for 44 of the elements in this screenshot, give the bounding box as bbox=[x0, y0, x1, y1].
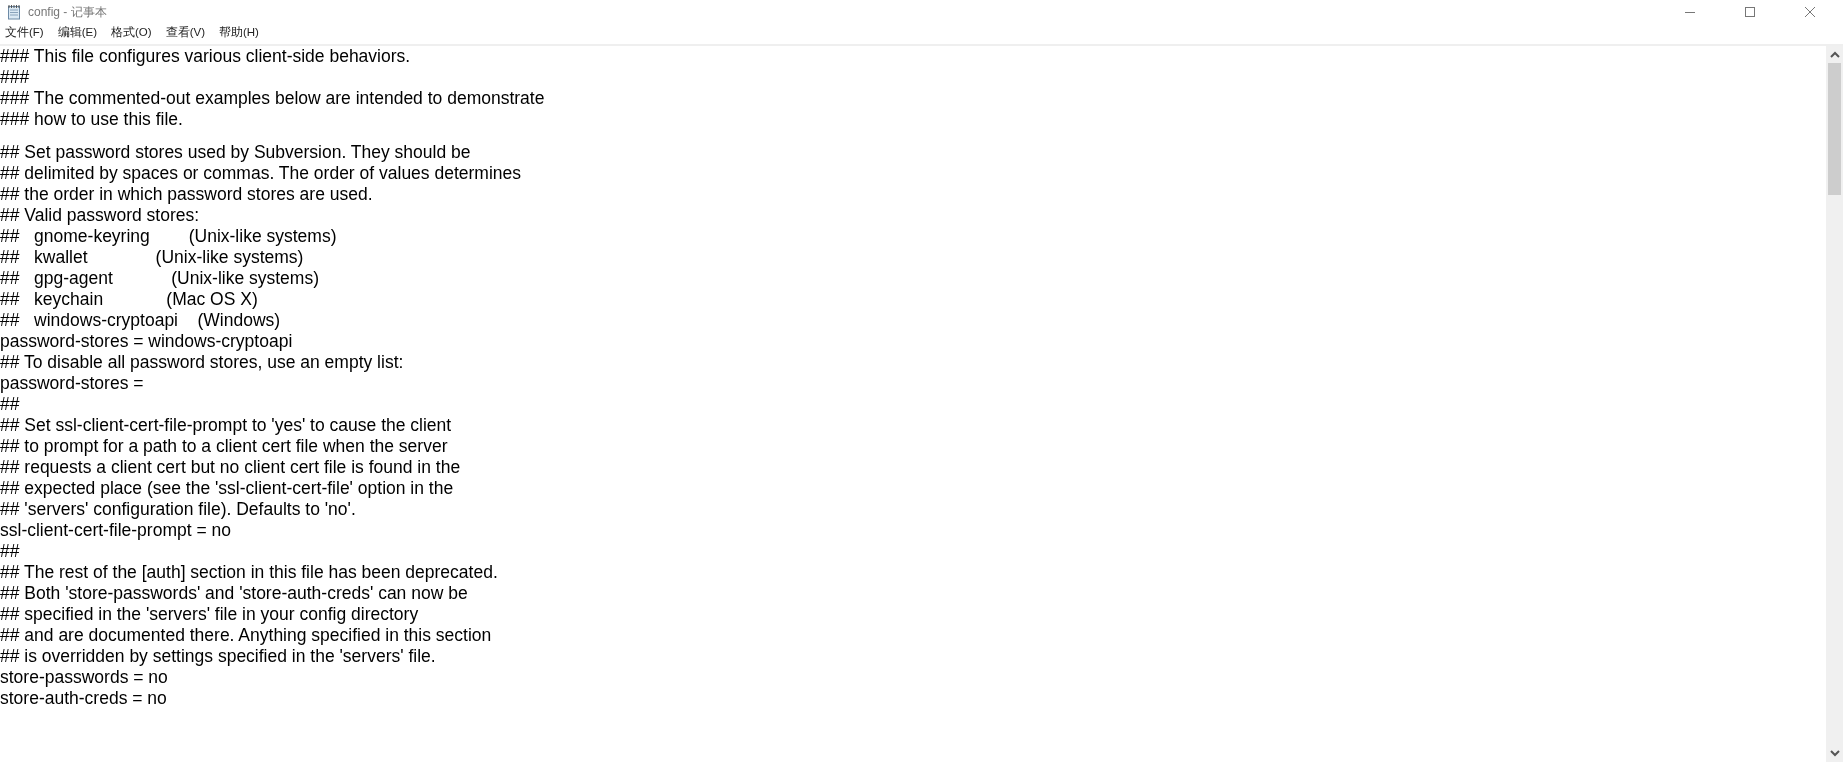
text-line: ## expected place (see the 'ssl-client-cert-file' option in the bbox=[0, 478, 454, 499]
close-icon bbox=[1804, 6, 1816, 18]
text-line: ## delimited by spaces or commas. The order of values determines bbox=[0, 163, 522, 184]
text-line: ## The rest of the [auth] section in this file has been deprecated. bbox=[0, 562, 498, 583]
text-line: ## 'servers' configuration file). Defaults to 'no'. bbox=[0, 499, 356, 520]
text-line: ## and are documented there. Anything specified in this section bbox=[0, 625, 492, 646]
text-line: ## windows-cryptoapi (Windows) bbox=[0, 310, 281, 331]
text-line: ## requests a client cert but no client cert file is found in the bbox=[0, 457, 461, 478]
text-line: ## Set ssl-client-cert-file-prompt to 'yes' to cause the client bbox=[0, 415, 452, 436]
menu-item[interactable]: 格式(O) bbox=[111, 25, 152, 39]
text-line: ## the order in which password stores are used. bbox=[0, 184, 373, 205]
text-line: ### This file configures various client-side behaviors. bbox=[0, 46, 411, 67]
menu-item[interactable]: 查看(V) bbox=[165, 25, 205, 39]
text-line: ### how to use this file. bbox=[0, 109, 183, 130]
text-line: ## bbox=[0, 541, 20, 562]
text-line: password-stores = bbox=[0, 373, 144, 394]
menu-item[interactable]: 编辑(E) bbox=[57, 25, 98, 39]
notepad-icon bbox=[6, 4, 22, 20]
text-line: ### bbox=[0, 67, 30, 88]
text-line: ## gpg-agent (Unix-like systems) bbox=[0, 268, 319, 289]
text-line: store-auth-creds = no bbox=[0, 688, 167, 709]
text-line: password-stores = windows-cryptoapi bbox=[0, 331, 293, 352]
text-line: ## Valid password stores: bbox=[0, 205, 200, 226]
text-line: ## To disable all password stores, use an empty list: bbox=[0, 352, 404, 373]
scroll-up-icon[interactable] bbox=[1829, 51, 1840, 58]
text-line: ## specified in the 'servers' file in your config directory bbox=[0, 604, 419, 625]
text-line: ### The commented-out examples below are intended to demonstrate bbox=[0, 88, 545, 109]
text-line: ## Set password stores used by Subversion. They should be bbox=[0, 142, 471, 163]
menu-item[interactable]: 文件(F) bbox=[5, 25, 44, 39]
text-line: ssl-client-cert-file-prompt = no bbox=[0, 520, 231, 541]
text-line: ## to prompt for a path to a client cert file when the server bbox=[0, 436, 448, 457]
text-line: ## gnome-keyring (Unix-like systems) bbox=[0, 226, 337, 247]
vertical-scrollbar[interactable] bbox=[1826, 46, 1843, 762]
text-line: store-passwords = no bbox=[0, 667, 168, 688]
maximize-icon bbox=[1744, 6, 1756, 18]
text-line: ## keychain (Mac OS X) bbox=[0, 289, 258, 310]
text-line: ## Both 'store-passwords' and 'store-auth-creds' can now be bbox=[0, 583, 468, 604]
window-title: config - 记事本 bbox=[28, 3, 107, 21]
text-line: ## is overridden by settings specified in the 'servers' file. bbox=[0, 646, 436, 667]
scroll-down-icon[interactable] bbox=[1829, 750, 1840, 757]
menu-item[interactable]: 帮助(H) bbox=[219, 25, 259, 39]
text-line: ## kwallet (Unix-like systems) bbox=[0, 247, 304, 268]
scroll-thumb[interactable] bbox=[1828, 63, 1841, 195]
text-line: ## bbox=[0, 394, 20, 415]
